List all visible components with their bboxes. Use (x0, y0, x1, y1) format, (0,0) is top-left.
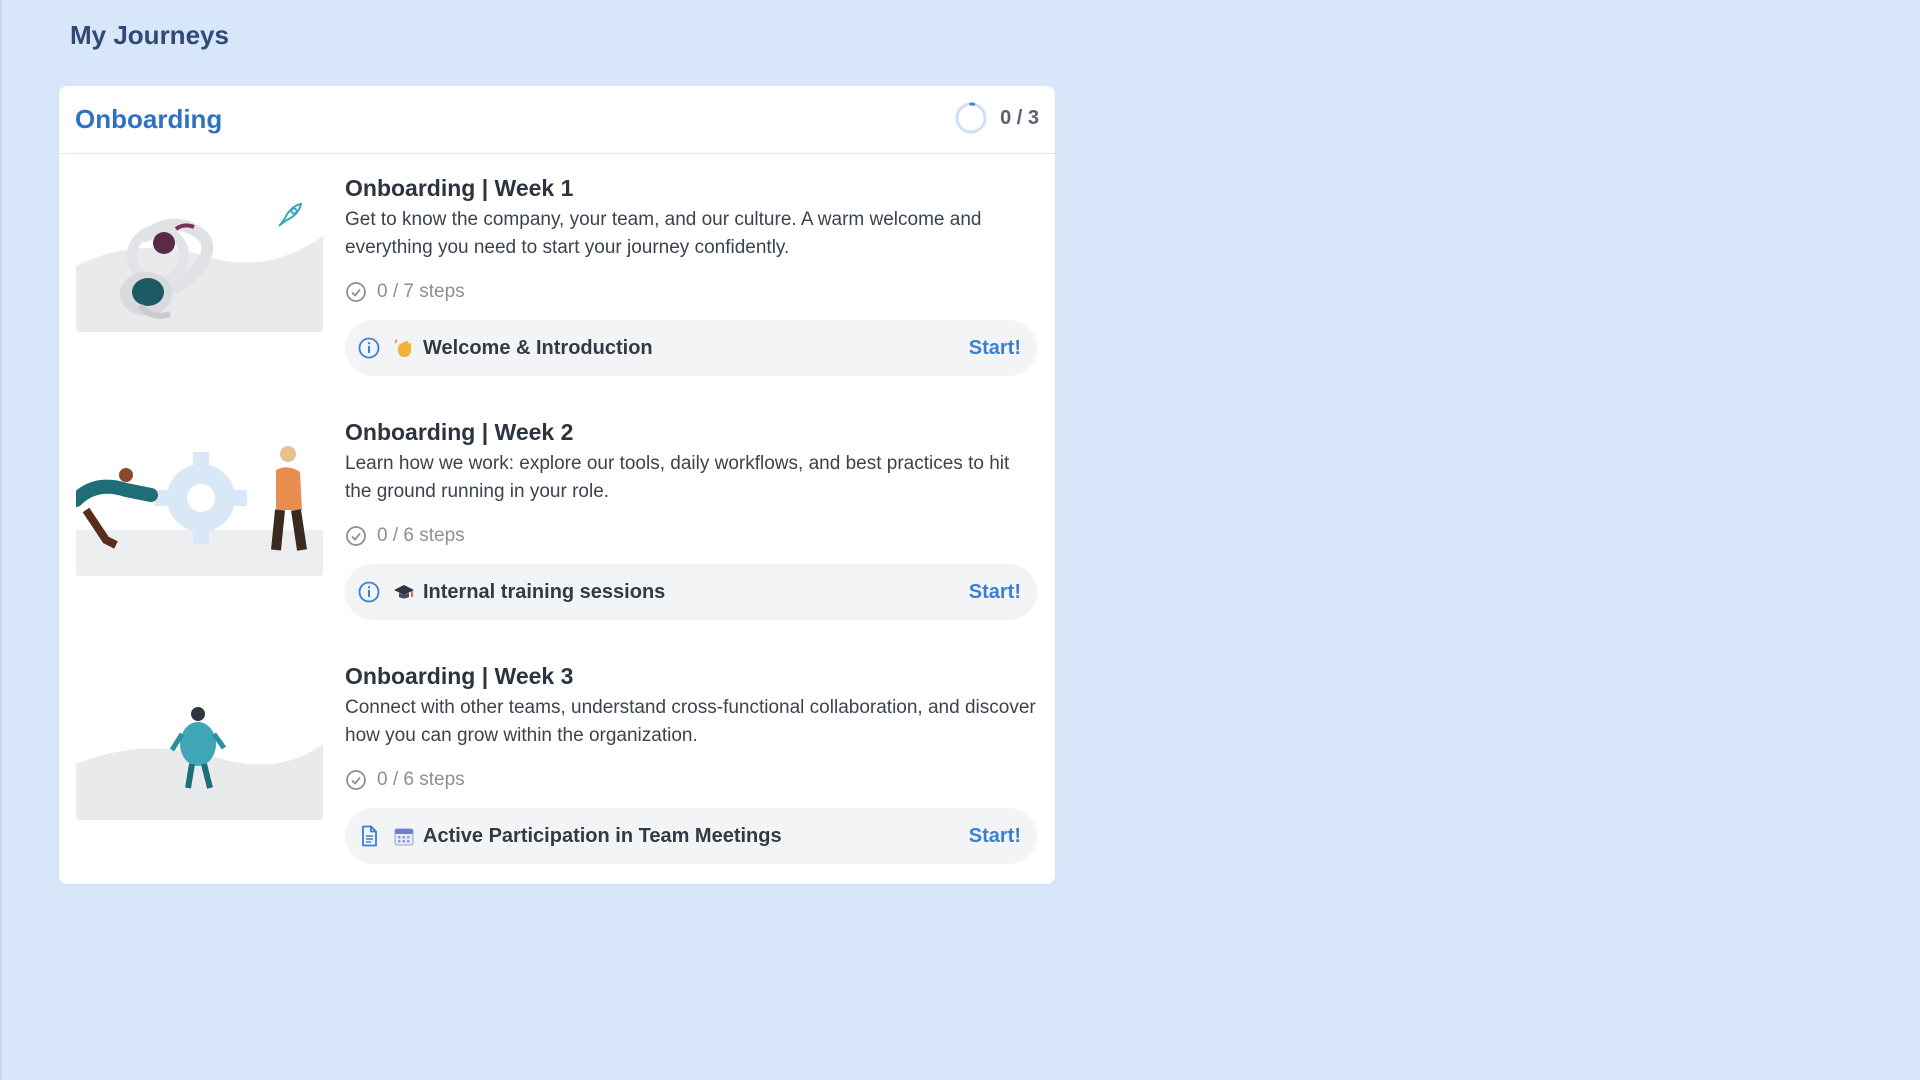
journeys-page: My Journeys Onboarding 0 / 3 Onboarding … (0, 0, 1920, 1080)
journey-thumbnail[interactable] (76, 684, 323, 820)
document-icon (362, 825, 377, 847)
hiker-illustration (76, 684, 323, 820)
journey-title[interactable]: Onboarding | Week 2 (345, 418, 1037, 446)
next-step-pill[interactable]: Welcome & Introduction Start! (345, 320, 1037, 376)
next-step-label: Internal training sessions (423, 580, 666, 603)
journey-group-card: Onboarding 0 / 3 Onboarding | Week 1 Get… (59, 86, 1055, 884)
gears-team-illustration (76, 440, 323, 576)
start-button[interactable]: Start! (969, 825, 1021, 848)
journey-thumbnail[interactable] (76, 196, 323, 332)
journey-steps-count: 0 / 7 steps (345, 278, 1037, 306)
next-step-label: Active Participation in Team Meetings (423, 824, 782, 847)
page-title: My Journeys (70, 20, 229, 50)
check-circle-icon (346, 282, 366, 302)
journey-group-progress: 0 / 3 (954, 101, 1039, 135)
next-step-pill[interactable]: Internal training sessions Start! (345, 564, 1037, 620)
start-button[interactable]: Start! (969, 337, 1021, 360)
journey-group-title[interactable]: Onboarding (75, 104, 222, 135)
info-icon (358, 337, 380, 359)
journey-body: Onboarding | Week 2 Learn how we work: e… (345, 418, 1037, 620)
journey-description: Learn how we work: explore our tools, da… (345, 453, 1010, 502)
rocket-icon (278, 202, 303, 227)
journey-group-header: Onboarding 0 / 3 (59, 86, 1055, 154)
journey-title[interactable]: Onboarding | Week 3 (345, 662, 1037, 690)
calendar-icon (394, 828, 414, 846)
journey-steps-count: 0 / 6 steps (345, 522, 1037, 550)
steps-text: 0 / 7 steps (377, 281, 465, 302)
waving-hand-icon (394, 339, 412, 357)
check-circle-icon (346, 526, 366, 546)
journey-steps-count: 0 / 6 steps (345, 766, 1037, 794)
steps-text: 0 / 6 steps (377, 525, 465, 546)
progress-ring-icon (955, 102, 987, 134)
journey-body: Onboarding | Week 1 Get to know the comp… (345, 174, 1037, 376)
graduation-cap-icon (394, 585, 414, 599)
next-step-label: Welcome & Introduction (423, 336, 653, 359)
check-circle-icon (346, 770, 366, 790)
journey-item[interactable]: Onboarding | Week 2 Learn how we work: e… (59, 410, 1055, 620)
journey-body: Onboarding | Week 3 Connect with other t… (345, 662, 1037, 864)
journey-description: Get to know the company, your team, and … (345, 209, 982, 258)
next-step-pill[interactable]: Active Participation in Team Meetings St… (345, 808, 1037, 864)
info-icon (358, 581, 380, 603)
start-button[interactable]: Start! (969, 581, 1021, 604)
journey-thumbnail[interactable] (76, 440, 323, 576)
progress-count: 0 / 3 (1000, 106, 1039, 129)
journey-title[interactable]: Onboarding | Week 1 (345, 174, 1037, 202)
journey-item[interactable]: Onboarding | Week 3 Connect with other t… (59, 654, 1055, 864)
journey-item[interactable]: Onboarding | Week 1 Get to know the comp… (59, 166, 1055, 376)
journey-description: Connect with other teams, understand cro… (345, 697, 1036, 746)
steps-text: 0 / 6 steps (377, 769, 465, 790)
